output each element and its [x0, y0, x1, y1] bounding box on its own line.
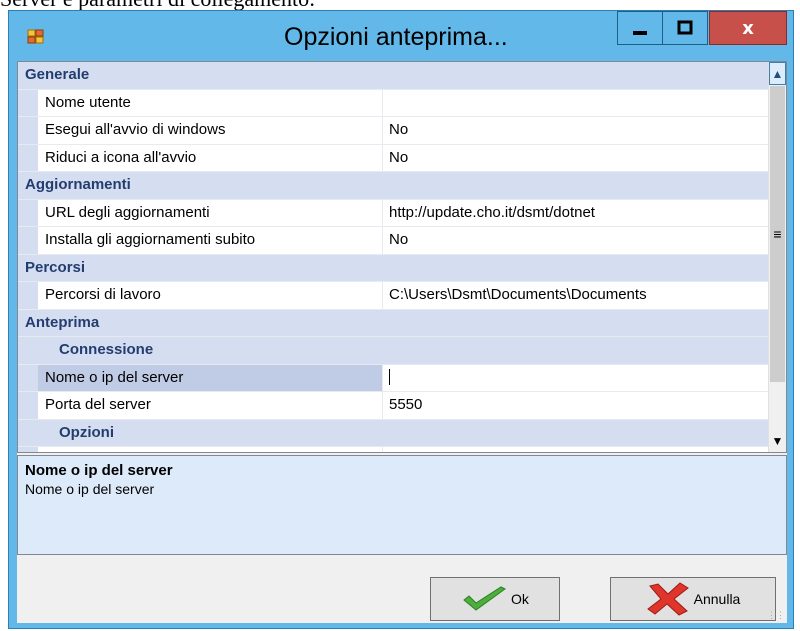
property-value[interactable]: No [383, 227, 771, 254]
property-value[interactable] [383, 90, 771, 117]
property-name: Riduci a icona all'avvio [38, 144, 383, 171]
property-name: Esegui all'avvio di windows [38, 117, 383, 144]
title-bar[interactable]: Opzioni anteprima... x [9, 11, 793, 61]
cancel-button[interactable]: Annulla [610, 577, 776, 621]
property-row[interactable]: Percorsi di lavoro C:\Users\Dsmt\Document… [18, 282, 771, 310]
row-margin [18, 364, 38, 391]
property-name: Impostazioni aggiuntive [38, 447, 383, 452]
property-row[interactable]: Riduci a icona all'avvio No [18, 144, 771, 172]
red-x-icon [646, 582, 689, 616]
property-value[interactable]: No [383, 447, 771, 452]
category-label: Anteprima [25, 313, 100, 331]
property-value-text: 5550 [389, 396, 423, 413]
property-name: Nome utente [38, 89, 383, 116]
category-label: Aggiornamenti [25, 176, 131, 193]
property-value-text: C:\Users\Dsmt\Documents\Documents [389, 286, 647, 303]
property-row[interactable]: URL degli aggiornamenti http://update.cho… [18, 199, 771, 227]
resize-grip-icon[interactable]: ⋮⋮ [767, 610, 785, 621]
close-button[interactable]: x [709, 11, 787, 45]
text-caret [389, 368, 390, 385]
window-title: Opzioni anteprima... [284, 23, 508, 51]
property-rows: Generale Nome utente Esegui all'avvio di w… [18, 62, 771, 452]
property-name: Percorsi di lavoro [38, 282, 383, 309]
chevron-up-icon: ▲ [771, 66, 784, 81]
row-margin [18, 447, 38, 452]
category-row[interactable]: Anteprima [18, 309, 771, 337]
close-icon: x [742, 17, 754, 39]
property-grid[interactable]: Generale Nome utente Esegui all'avvio di w… [17, 61, 787, 453]
category-label: Percorsi [25, 258, 86, 276]
category-row[interactable]: Connessione [18, 337, 771, 365]
property-value-text: No [389, 148, 409, 166]
category-row[interactable]: Percorsi [18, 254, 771, 282]
category-label: Generale [25, 66, 90, 83]
property-name: Installa gli aggiornamenti subito [38, 227, 383, 254]
options-dialog: Opzioni anteprima... x Generale Nome uten… [8, 10, 794, 629]
maximize-button[interactable] [662, 11, 708, 45]
property-value[interactable]: http://update.cho.it/dsmt/dotnet [383, 200, 771, 227]
property-row[interactable]: Nome o ip del server [18, 364, 771, 392]
property-value[interactable]: 5550 [383, 392, 771, 419]
ok-button[interactable]: Ok [430, 577, 560, 621]
vertical-scrollbar[interactable]: ▲ ≡ ▼ [768, 62, 786, 452]
description-panel: Nome o ip del server Nome o ip del serve… [17, 455, 787, 555]
property-value[interactable] [383, 365, 771, 392]
property-name: URL degli aggiornamenti [38, 199, 383, 226]
row-margin [18, 199, 38, 226]
property-row[interactable]: Impostazioni aggiuntive No [18, 447, 771, 452]
ok-label: Ok [511, 591, 529, 607]
row-margin [18, 117, 38, 144]
scroll-up-button[interactable]: ▲ [769, 62, 786, 85]
grip-icon: ≡ [773, 226, 782, 242]
checkmark-icon [463, 586, 507, 611]
property-value[interactable]: C:\Users\Dsmt\Documents\Documents [383, 282, 771, 309]
scroll-thumb[interactable]: ≡ [770, 86, 785, 382]
app-icon [27, 29, 45, 45]
dialog-client-area: Generale Nome utente Esegui all'avvio di w… [17, 61, 787, 623]
category-row[interactable]: Generale [18, 62, 771, 90]
property-value[interactable]: No [383, 117, 771, 144]
property-value-text: No [389, 121, 409, 138]
category-label: Connessione [59, 341, 154, 358]
property-row[interactable]: Installa gli aggiornamenti subito No [18, 227, 771, 255]
property-row[interactable]: Nome utente [18, 89, 771, 117]
row-margin [18, 144, 38, 171]
chevron-down-icon: ▼ [771, 433, 784, 448]
maximize-icon [677, 20, 693, 35]
category-label: Opzioni [59, 423, 114, 441]
property-name: Porta del server [38, 392, 383, 419]
description-title: Nome o ip del server [25, 462, 173, 479]
cancel-label: Annulla [693, 591, 741, 607]
row-margin [18, 227, 38, 254]
category-row[interactable]: Aggiornamenti [18, 172, 771, 200]
property-value-text: http://update.cho.it/dsmt/dotnet [389, 203, 595, 221]
property-row[interactable]: Esegui all'avvio di windows No [18, 117, 771, 145]
property-name: Nome o ip del server [38, 364, 383, 391]
minimize-icon [633, 31, 647, 35]
category-row[interactable]: Opzioni [18, 419, 771, 447]
scroll-down-button[interactable]: ▼ [769, 429, 786, 452]
row-margin [18, 282, 38, 309]
property-value-text: No [389, 451, 408, 452]
property-value[interactable]: No [383, 145, 771, 172]
description-text: Nome o ip del server [25, 481, 155, 497]
row-margin [18, 89, 38, 116]
row-margin [18, 392, 38, 419]
property-row[interactable]: Porta del server 5550 [18, 392, 771, 420]
minimize-button[interactable] [617, 11, 663, 45]
property-value-text: No [389, 231, 409, 248]
